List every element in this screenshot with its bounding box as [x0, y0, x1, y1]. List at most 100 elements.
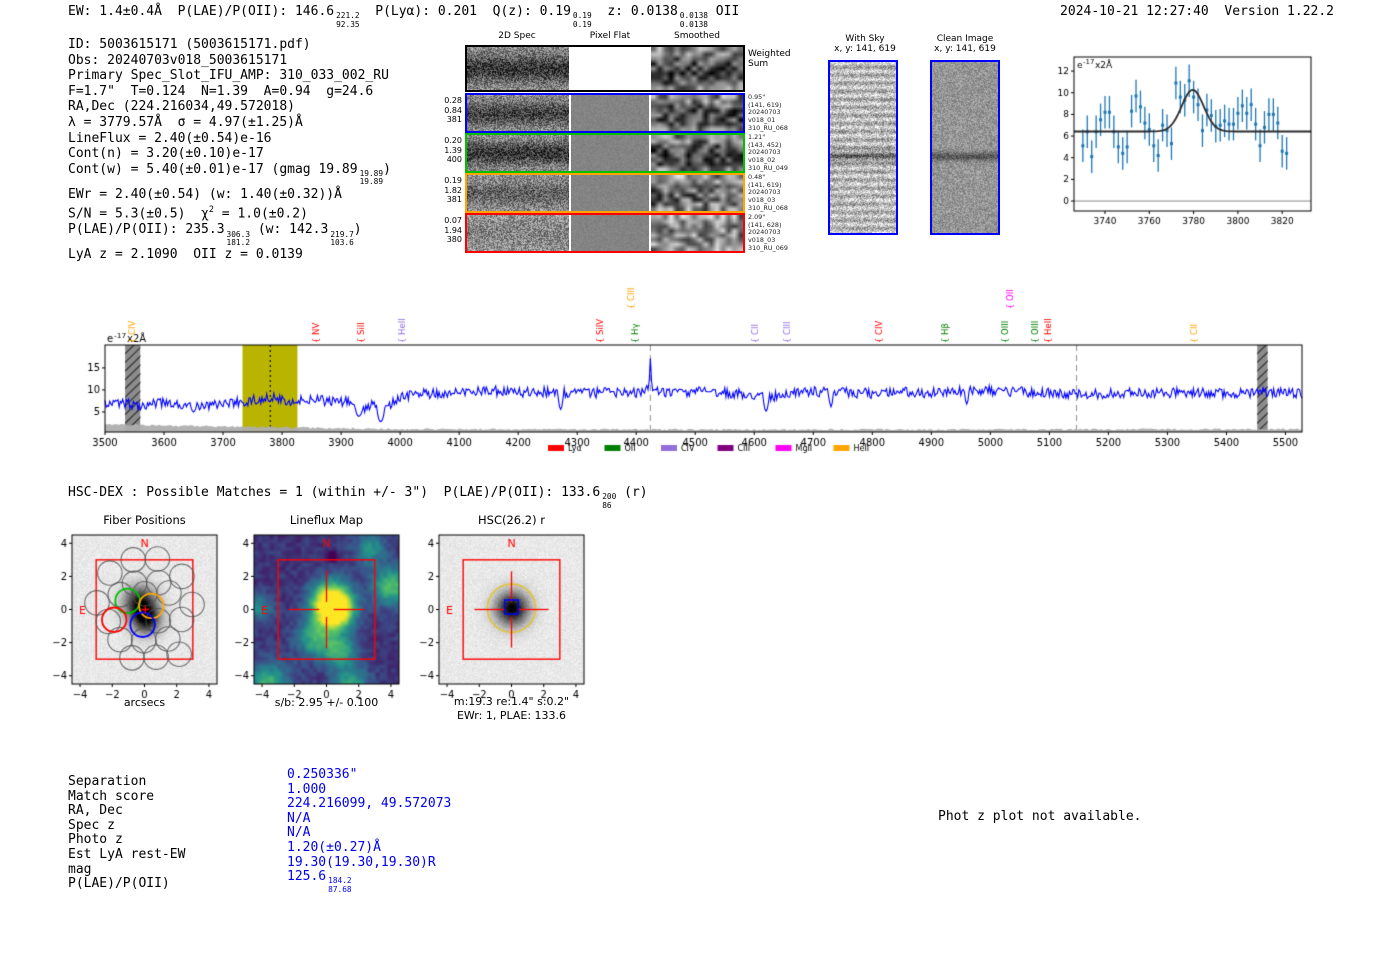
text-segment: EWr = 2.40(±0.54) (w: 1.40(±0.32))Å: [68, 186, 342, 202]
fiber-positions-title: Fiber Positions: [103, 513, 186, 527]
spec2d-image: [467, 47, 569, 90]
row-left-value: 1.39: [444, 145, 462, 155]
text-segment: N/A: [287, 825, 311, 841]
pixelflat-image: [571, 175, 649, 211]
spec2d-fiber-row-3: [465, 213, 745, 253]
match-row-value-5: 1.20(±0.27)Å: [287, 840, 381, 856]
match-row-label-7: P(LAE)/P(OII): [68, 876, 170, 892]
match-row-label-5: Est LyA rest-EW: [68, 847, 186, 862]
clean-image-title: Clean Image: [936, 34, 994, 44]
row-left-value: 0.20: [444, 136, 462, 145]
text-segment: N/A: [287, 810, 311, 826]
stacked-fraction: 221.2 92.35: [336, 11, 360, 29]
stacked-fraction: 19.89 19.89: [359, 169, 384, 187]
text-segment: (w: 142.3: [250, 222, 329, 238]
info-line-12: LyA z = 2.1090 OII z = 0.0139: [68, 247, 391, 263]
info-line-0: ID: 5003615171 (5003615171.pdf): [68, 37, 391, 53]
stacked-fraction: 200 86: [602, 492, 617, 510]
spec2d-image: [467, 135, 569, 171]
row-left-labels-3: 0.07 1.94 380: [422, 216, 462, 245]
text-segment: OII: [707, 4, 740, 19]
pixelflat-image: [571, 135, 649, 171]
text-segment: z: 0.0138: [591, 4, 678, 19]
weighted-label-line2: Sum: [748, 59, 769, 69]
spec2d-image: [467, 175, 569, 211]
text-segment: (r): [616, 485, 648, 500]
match-row-label-3: Spec z: [68, 817, 115, 833]
row-left-value: 1.82: [444, 185, 462, 195]
clean-image: [932, 62, 998, 233]
header-summary-line: EW: 1.4±0.4Å P(LAE)/P(OII): 146.6 221.2 92…: [68, 4, 739, 29]
detection-info-block: ID: 5003615171 (5003615171.pdf) Obs: 2024…: [68, 37, 391, 263]
hsc-ewr-plae-label: EWr: 1, PLAE: 133.6: [456, 709, 567, 722]
pixelflat-image: [571, 95, 649, 131]
text-segment: LineFlux = 2.40(±0.54)e-16: [68, 130, 272, 146]
spec2d-image: [467, 215, 569, 251]
lineflux-map-plot: [222, 527, 412, 707]
text-segment: Primary Spec_Slot_IFU_AMP: 310_033_002_R…: [68, 68, 389, 84]
elixer-report-page: { "meta": {"timestamp": "2024-10-21 12:2…: [0, 0, 1400, 953]
row-left-value: 381: [446, 195, 462, 204]
match-row-value-2: 224.216099, 49.572073: [287, 796, 451, 812]
stacked-fraction: 306.3 181.2: [226, 229, 251, 248]
info-line-9: EWr = 2.40(±0.54) (w: 1.40(±0.32))Å: [68, 187, 391, 203]
hsc-r-title: HSC(26.2) r: [478, 513, 545, 527]
text-segment: Cont(w) = 5.40(±0.01)e-17 (gmag 19.89: [68, 161, 358, 177]
row-left-value: 0.28: [444, 96, 462, 105]
info-line-6: LineFlux = 2.40(±0.54)e-16: [68, 131, 391, 147]
stacked-fraction: 219.7 103.6: [330, 229, 354, 248]
text-segment: λ = 3779.57Å σ = 4.97(±1.25)Å: [68, 114, 303, 130]
text-segment: P(Lyα): 0.201 Q(z): 0.19: [359, 4, 571, 19]
text-segment: HSC-DEX : Possible Matches = 1 (within +…: [68, 485, 601, 500]
lineflux-map-title: Lineflux Map: [289, 513, 364, 527]
text-segment: ): [353, 222, 362, 238]
row-right-value: 310_RU_069: [748, 243, 788, 252]
match-row-label-4: Photo z: [68, 832, 123, 848]
stacked-fraction: 0.19 0.19: [572, 11, 592, 29]
stacked-fraction: 184.2 87.68: [328, 876, 352, 894]
info-line-1: Obs: 20240703v018_5003615171: [68, 53, 391, 69]
info-line-3: F=1.7" T=0.124 N=1.39 A=0.94 g=24.6: [68, 84, 391, 100]
clean-image-coords: x, y: 141, 619: [934, 44, 996, 54]
text-segment: F=1.7" T=0.124 N=1.39 A=0.94 g=24.6: [68, 83, 374, 99]
fiber-xlabel: arcsecs: [123, 696, 166, 709]
with-sky-image: [830, 62, 896, 233]
match-row-value-4: N/A: [287, 825, 310, 841]
lineflux-sb-label: s/b: 2.95 +/- 0.100: [274, 696, 379, 709]
text-segment: = 1.0(±0.2): [213, 206, 308, 222]
with-sky-panel: [828, 60, 898, 235]
hsc-dex-matches-line: HSC-DEX : Possible Matches = 1 (within +…: [68, 485, 648, 510]
info-line-10: S/N = 5.3(±0.5) χ2 = 1.0(±0.2): [68, 202, 391, 222]
match-row-value-3: N/A: [287, 811, 310, 827]
smoothed-image: [651, 47, 743, 90]
timestamp-text: 2024-10-21 12:27:40: [1060, 4, 1209, 19]
col-title-pixelflat: Pixel Flat: [589, 31, 631, 41]
smoothed-image: [651, 215, 743, 251]
weighted-sum-row: [465, 45, 745, 92]
version-text: Version 1.22.2: [1224, 4, 1334, 19]
info-line-4: RA,Dec (224.216034,49.572018): [68, 99, 391, 115]
row-right-labels-2: 0.48" (141, 619) 20240703 v018_03 310_RU_068: [748, 173, 788, 213]
spec2d-fiber-row-2: [465, 173, 745, 213]
smoothed-image: [651, 175, 743, 211]
match-row-value-0: 0.250336": [287, 767, 357, 783]
info-line-2: Primary Spec_Slot_IFU_AMP: 310_033_002_R…: [68, 68, 391, 84]
text-segment: EW: 1.4±0.4Å P(LAE)/P(OII): 146.6: [68, 4, 335, 19]
match-row-label-6: mag: [68, 861, 92, 877]
row-left-value: 381: [446, 115, 462, 124]
row-left-value: 1.94: [444, 225, 462, 235]
row-right-labels-3: 2.09" (141, 628) 20240703 v018_03 310_RU_069: [748, 213, 788, 253]
hsc-r-plot: [407, 527, 597, 707]
text-segment: LyA z = 2.1090 OII z = 0.0139: [68, 247, 303, 263]
row-left-value: 0.84: [444, 105, 462, 115]
emission-line-fit-plot: [1030, 45, 1330, 230]
row-left-labels-0: 0.28 0.84 381: [422, 96, 462, 125]
pixelflat-image: [571, 215, 649, 251]
report-timestamp: 2024-10-21 12:27:40 Version 1.22.2: [1060, 4, 1334, 20]
text-segment: 1.000: [287, 781, 327, 797]
photz-note: Phot z plot not available.: [938, 809, 1142, 824]
text-segment: ID: 5003615171 (5003615171.pdf): [68, 37, 311, 52]
match-row-label-2: RA, Dec: [68, 803, 123, 819]
text-segment: 1.20(±0.27)Å: [287, 840, 381, 855]
weighted-label-line1: Weighted: [748, 49, 791, 59]
